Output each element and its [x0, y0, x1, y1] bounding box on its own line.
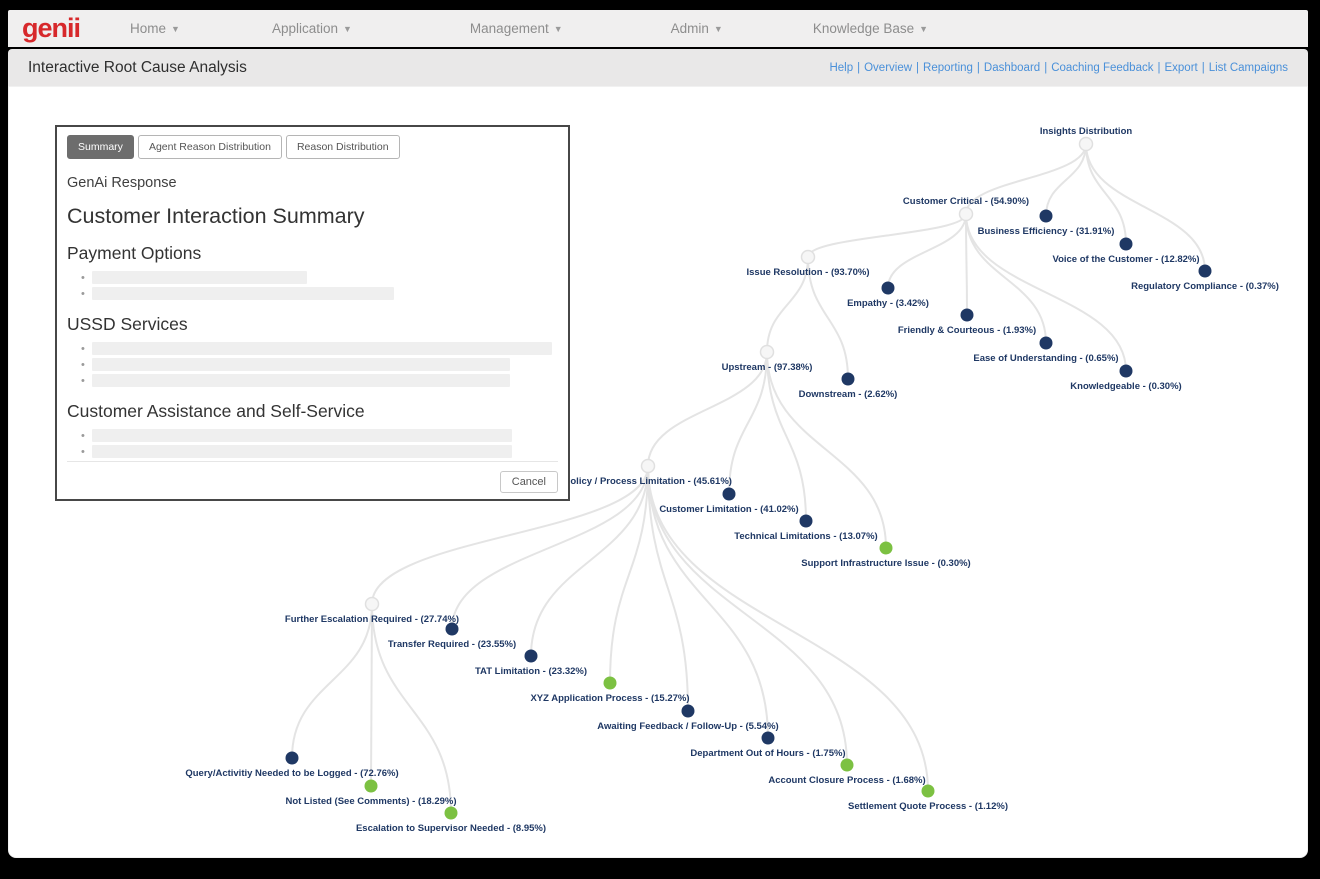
tree-node-1[interactable]: [960, 208, 973, 221]
header-link-help[interactable]: Help: [829, 62, 853, 74]
nav-item-home[interactable]: Home ▼: [130, 21, 180, 36]
tree-node-15[interactable]: [880, 542, 893, 555]
tree-node-5[interactable]: [802, 251, 815, 264]
nav-item-label: Knowledge Base: [813, 21, 914, 36]
redacted-line: •: [81, 445, 558, 458]
chevron-down-icon: ▼: [919, 24, 928, 34]
tree-node-7[interactable]: [961, 309, 974, 322]
chevron-down-icon: ▼: [343, 24, 352, 34]
tree-node-23[interactable]: [922, 785, 935, 798]
redacted-list: • • •: [67, 342, 558, 387]
link-separator: |: [1157, 62, 1160, 74]
tree-node-13[interactable]: [723, 488, 736, 501]
tree-node-12[interactable]: [642, 460, 655, 473]
modal-footer: Cancel: [67, 461, 558, 493]
tree-node-9[interactable]: [1120, 365, 1133, 378]
tree-node-4[interactable]: [1199, 265, 1212, 278]
section-heading: Payment Options: [67, 243, 558, 264]
tree-node-17[interactable]: [446, 623, 459, 636]
bullet-dot: •: [81, 272, 92, 284]
cancel-button[interactable]: Cancel: [500, 471, 558, 493]
genai-response-label: GenAi Response: [67, 175, 558, 191]
header-link-list-campaigns[interactable]: List Campaigns: [1209, 62, 1288, 74]
tab-reason-distribution[interactable]: Reason Distribution: [286, 135, 400, 159]
tree-node-21[interactable]: [762, 732, 775, 745]
header-link-export[interactable]: Export: [1164, 62, 1197, 74]
nav-item-admin[interactable]: Admin ▼: [671, 21, 723, 36]
page-header: Interactive Root Cause Analysis Help | Ove…: [8, 49, 1308, 86]
link-separator: |: [1202, 62, 1205, 74]
tree-node-25[interactable]: [365, 780, 378, 793]
bullet-dot: •: [81, 288, 92, 300]
nav-item-label: Management: [470, 21, 549, 36]
header-link-dashboard[interactable]: Dashboard: [984, 62, 1040, 74]
tree-node-16[interactable]: [366, 598, 379, 611]
redacted-list: ••: [67, 271, 558, 300]
redacted-bar: [92, 287, 394, 300]
tree-node-8[interactable]: [1040, 337, 1053, 350]
bullet-dot: •: [81, 430, 92, 442]
header-links: Help | Overview | Reporting | Dashboard | Coachi…: [829, 62, 1288, 74]
redacted-bar: [92, 342, 552, 355]
tree-node-10[interactable]: [761, 346, 774, 359]
bullet-dot: •: [81, 375, 92, 387]
header-link-coaching-feedback[interactable]: Coaching Feedback: [1051, 62, 1153, 74]
top-navbar: genii Home ▼ Application ▼ Management ▼ Admin ▼…: [8, 10, 1308, 47]
redacted-bar: [92, 358, 510, 371]
redacted-bar: [92, 429, 512, 442]
link-separator: |: [1044, 62, 1047, 74]
redacted-list: ••: [67, 429, 558, 458]
nav-item-label: Home: [130, 21, 166, 36]
tree-node-19[interactable]: [604, 677, 617, 690]
tree-node-11[interactable]: [842, 373, 855, 386]
tree-node-20[interactable]: [682, 705, 695, 718]
chevron-down-icon: ▼: [714, 24, 723, 34]
genii-logo: genii: [22, 15, 80, 42]
tree-node-24[interactable]: [286, 752, 299, 765]
header-link-overview[interactable]: Overview: [864, 62, 912, 74]
redacted-line: •: [81, 358, 558, 371]
redacted-line: •: [81, 287, 558, 300]
modal-sections: Payment Options••USSD Services•••Custome…: [67, 229, 558, 461]
redacted-line: •: [81, 342, 558, 355]
tree-node-18[interactable]: [525, 650, 538, 663]
redacted-line: •: [81, 374, 558, 387]
tab-summary[interactable]: Summary: [67, 135, 134, 159]
redacted-line: •: [81, 429, 558, 442]
redacted-bar: [92, 271, 307, 284]
chevron-down-icon: ▼: [171, 24, 180, 34]
header-link-reporting[interactable]: Reporting: [923, 62, 973, 74]
tab-agent-reason-distribution[interactable]: Agent Reason Distribution: [138, 135, 282, 159]
tree-node-14[interactable]: [800, 515, 813, 528]
tree-node-3[interactable]: [1120, 238, 1133, 251]
tree-node-2[interactable]: [1040, 210, 1053, 223]
tree-node-22[interactable]: [841, 759, 854, 772]
nav-item-label: Admin: [671, 21, 709, 36]
nav-menu: Home▼Application▼Management▼Admin▼Knowle…: [80, 21, 928, 36]
tree-node-6[interactable]: [882, 282, 895, 295]
nav-item-knowledge-base[interactable]: Knowledge Base ▼: [813, 21, 928, 36]
link-separator: |: [916, 62, 919, 74]
bullet-dot: •: [81, 343, 92, 355]
modal-title: Customer Interaction Summary: [67, 204, 558, 229]
section-heading: USSD Services: [67, 314, 558, 335]
chevron-down-icon: ▼: [554, 24, 563, 34]
nav-item-management[interactable]: Management ▼: [470, 21, 563, 36]
nav-item-label: Application: [272, 21, 338, 36]
link-separator: |: [857, 62, 860, 74]
bullet-dot: •: [81, 359, 92, 371]
tree-node-26[interactable]: [445, 807, 458, 820]
summary-modal: SummaryAgent Reason DistributionReason D…: [55, 125, 570, 501]
tree-node-0[interactable]: [1080, 138, 1093, 151]
modal-tabs: SummaryAgent Reason DistributionReason D…: [67, 135, 558, 159]
bullet-dot: •: [81, 446, 92, 458]
redacted-bar: [92, 445, 512, 458]
section-heading: Customer Assistance and Self-Service: [67, 401, 558, 422]
redacted-bar: [92, 374, 510, 387]
page-title: Interactive Root Cause Analysis: [28, 59, 247, 77]
link-separator: |: [977, 62, 980, 74]
nav-item-application[interactable]: Application ▼: [272, 21, 352, 36]
redacted-line: •: [81, 271, 558, 284]
